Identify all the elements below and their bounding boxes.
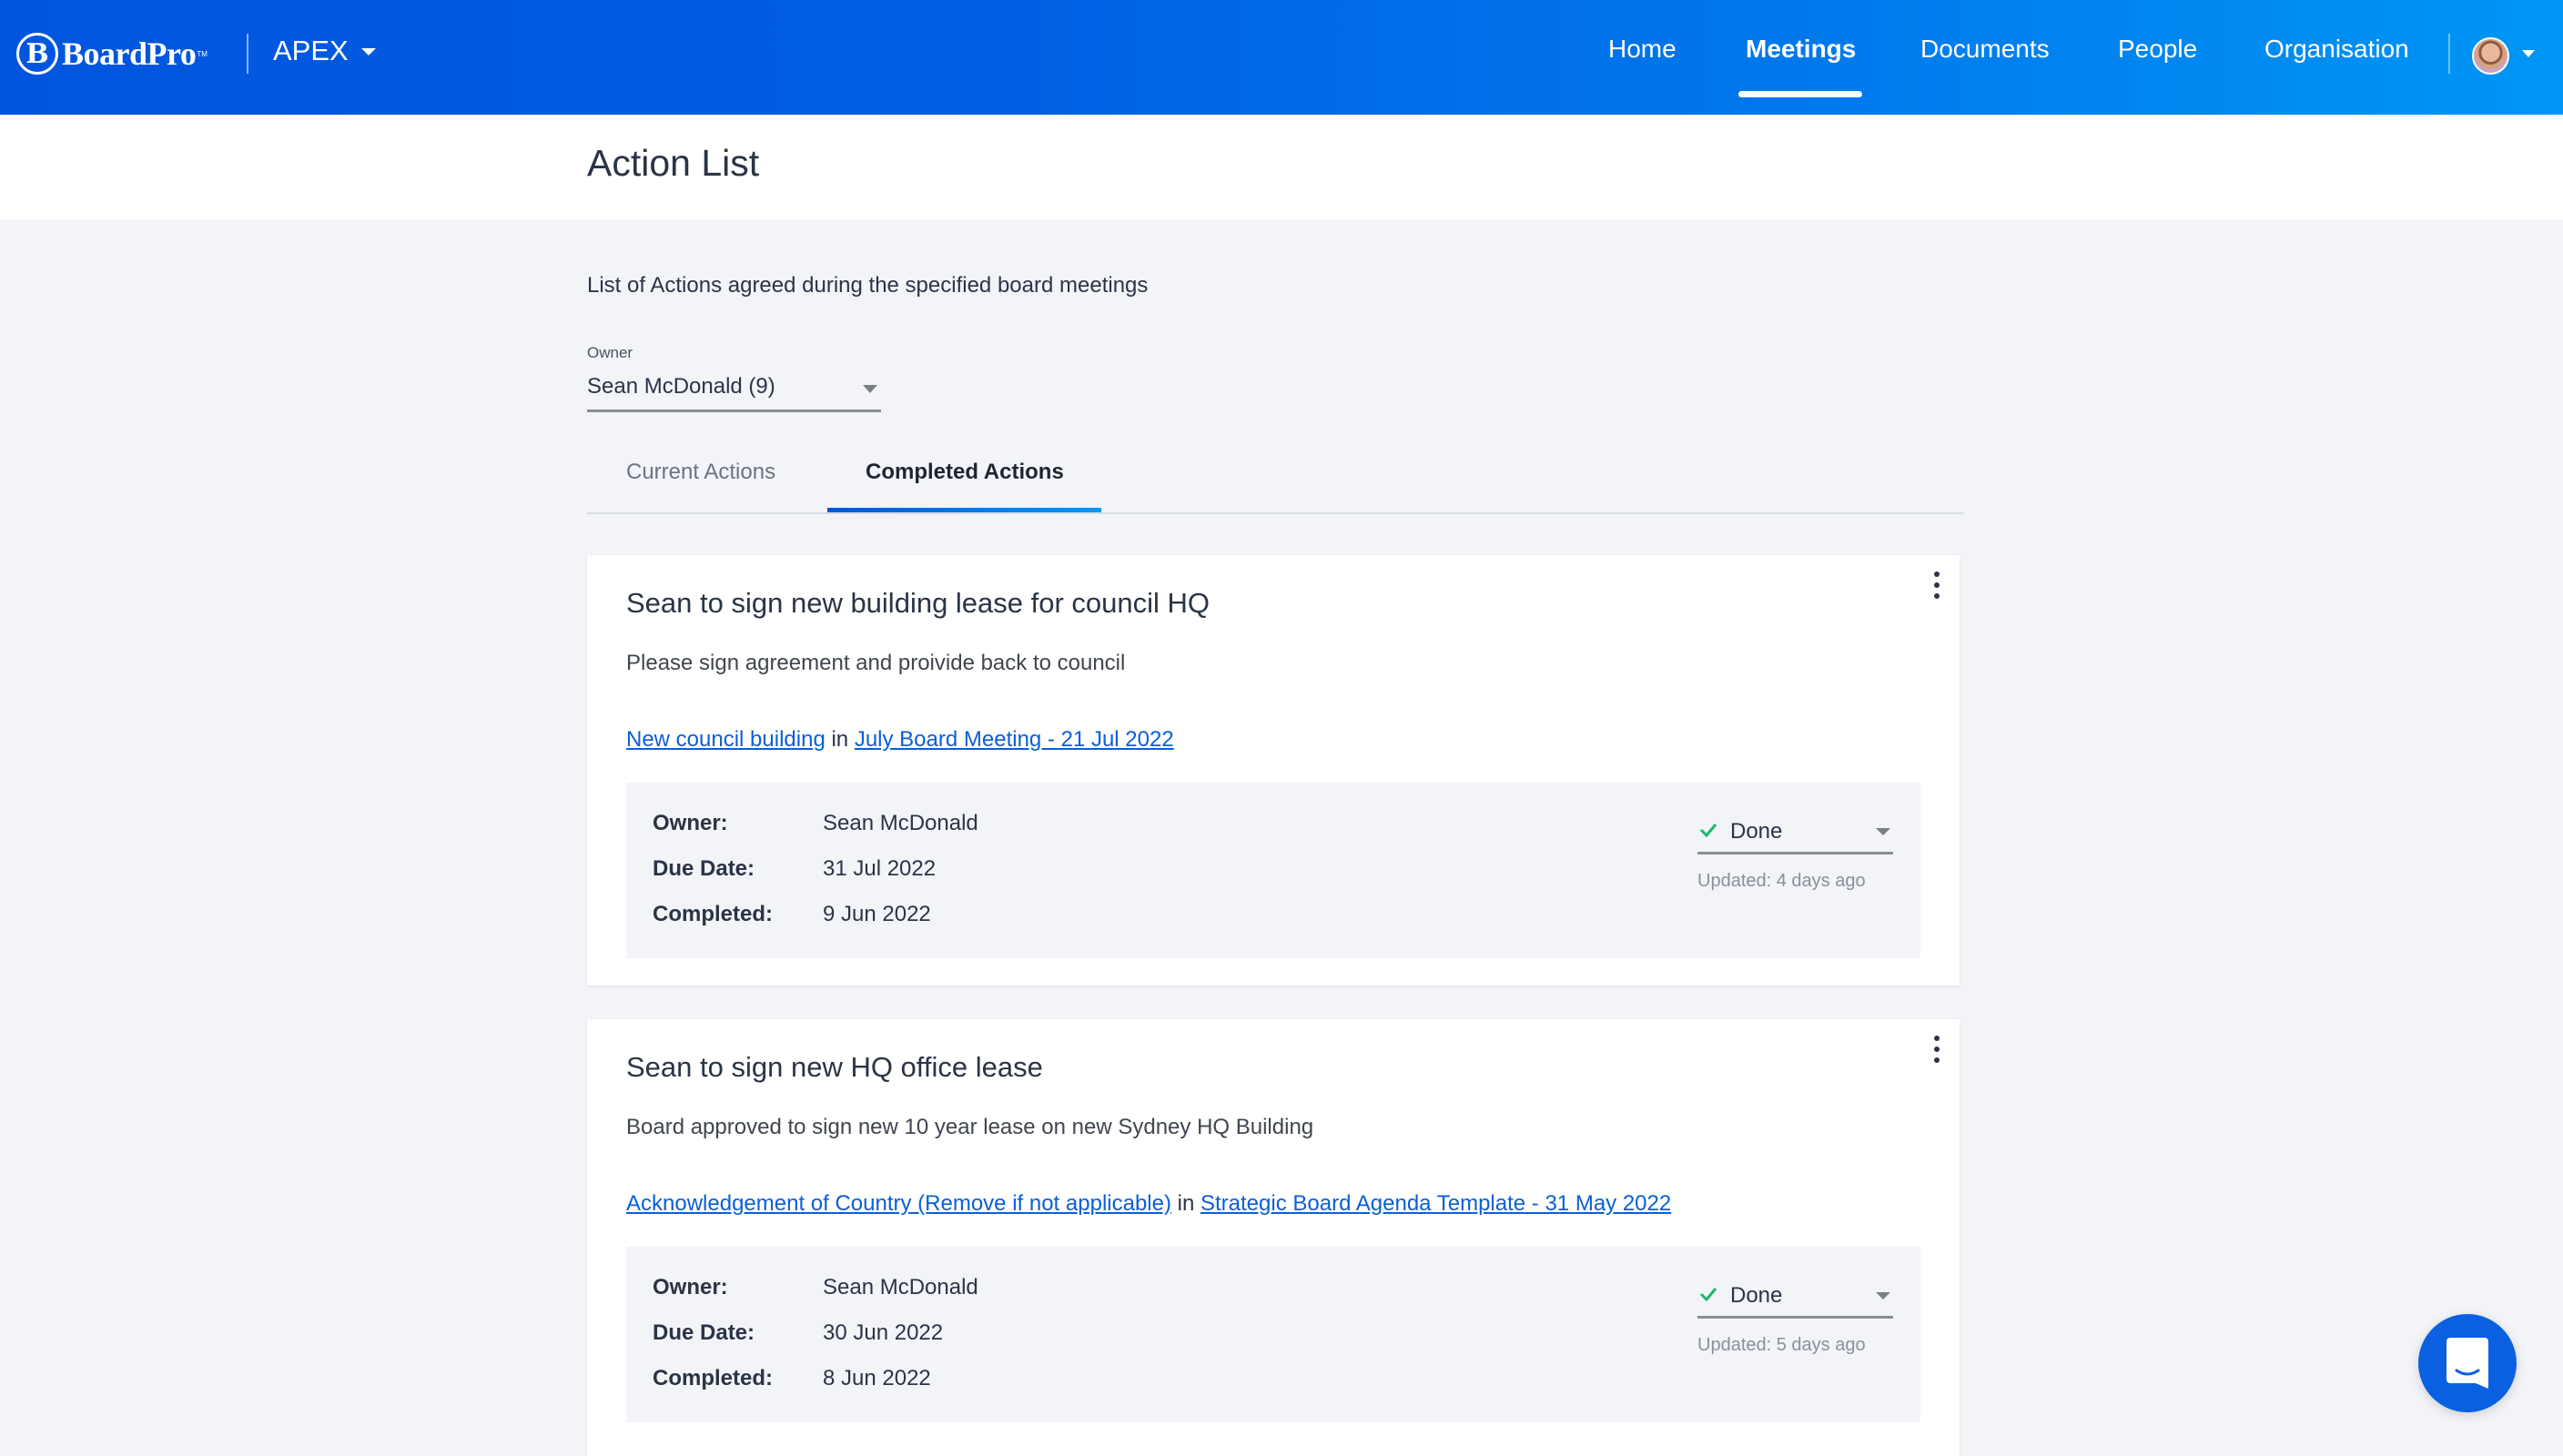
- tab-active-indicator: [827, 508, 1101, 512]
- meeting-link[interactable]: Strategic Board Agenda Template - 31 May…: [1200, 1191, 1671, 1216]
- completed-value: 8 Jun 2022: [823, 1366, 931, 1390]
- completed-value: 9 Jun 2022: [823, 902, 931, 926]
- link-joiner: in: [831, 727, 849, 752]
- nav-meetings[interactable]: Meetings: [1746, 35, 1856, 64]
- page-description: List of Actions agreed during the specif…: [587, 273, 1149, 298]
- check-icon: [1699, 1288, 1717, 1302]
- organisation-name: APEX: [273, 35, 349, 66]
- nav-documents[interactable]: Documents: [1920, 35, 2050, 64]
- owner-value: Sean McDonald: [823, 811, 978, 835]
- due-date-value: 30 Jun 2022: [823, 1320, 944, 1345]
- header-divider: [247, 34, 248, 74]
- nav-people[interactable]: People: [2118, 35, 2197, 64]
- status-select[interactable]: Done: [1697, 1274, 1893, 1319]
- boardpro-logo[interactable]: B BoardPro TM: [16, 31, 208, 76]
- top-nav-bar: B BoardPro TM APEX Home Meetings Documen…: [0, 0, 2563, 115]
- owner-label: Owner:: [653, 811, 728, 835]
- owner-value: Sean McDonald: [823, 1275, 978, 1299]
- action-details: Owner: Sean McDonald Due Date: 31 Jul 20…: [626, 783, 1920, 958]
- chat-launcher-button[interactable]: [2418, 1314, 2517, 1412]
- action-card: Sean to sign new HQ office lease Board a…: [587, 1019, 1960, 1456]
- agenda-item-link[interactable]: New council building: [626, 727, 826, 752]
- status-updated: Updated: 5 days ago: [1697, 1335, 1866, 1355]
- boardpro-logo-icon: B: [16, 33, 58, 75]
- action-details: Owner: Sean McDonald Due Date: 30 Jun 20…: [626, 1247, 1920, 1422]
- owner-filter-value: Sean McDonald (9): [587, 374, 775, 399]
- agenda-item-link[interactable]: Acknowledgement of Country (Remove if no…: [626, 1191, 1171, 1216]
- tab-current-actions[interactable]: Current Actions: [626, 460, 775, 485]
- chevron-down-icon: [863, 385, 877, 393]
- more-options-icon[interactable]: [1932, 1036, 1941, 1063]
- brand-name: BoardPro: [62, 35, 197, 72]
- nav-organisation[interactable]: Organisation: [2264, 35, 2409, 64]
- status-value: Done: [1730, 1283, 1783, 1308]
- tab-completed-actions[interactable]: Completed Actions: [866, 460, 1064, 485]
- due-date-label: Due Date:: [653, 856, 755, 881]
- nav-divider: [2448, 34, 2450, 74]
- page-title: Action List: [587, 142, 760, 184]
- owner-filter-label: Owner: [587, 344, 633, 361]
- chevron-down-icon: [360, 48, 376, 56]
- chevron-down-icon: [1876, 1292, 1890, 1299]
- owner-label: Owner:: [653, 1275, 728, 1299]
- chevron-down-icon: [1876, 828, 1890, 835]
- link-joiner: in: [1177, 1191, 1195, 1216]
- page-title-band: [0, 115, 2563, 219]
- action-card: Sean to sign new building lease for coun…: [587, 555, 1960, 986]
- owner-filter-select[interactable]: Sean McDonald (9): [587, 371, 881, 412]
- action-description: Board approved to sign new 10 year lease…: [626, 1115, 1314, 1139]
- user-menu-chevron-icon[interactable]: [2522, 50, 2535, 57]
- due-date-label: Due Date:: [653, 1320, 755, 1345]
- user-avatar[interactable]: [2472, 37, 2509, 75]
- tabs-divider: [587, 512, 1964, 514]
- more-options-icon[interactable]: [1932, 571, 1941, 599]
- action-title: Sean to sign new HQ office lease: [626, 1051, 1043, 1083]
- due-date-value: 31 Jul 2022: [823, 856, 937, 881]
- status-updated: Updated: 4 days ago: [1697, 871, 1866, 891]
- organisation-switcher[interactable]: APEX: [273, 35, 376, 67]
- nav-active-indicator: [1738, 91, 1862, 97]
- status-value: Done: [1730, 819, 1783, 844]
- trademark: TM: [197, 49, 208, 58]
- action-title: Sean to sign new building lease for coun…: [626, 587, 1211, 619]
- chat-icon: [2446, 1338, 2488, 1389]
- completed-label: Completed:: [653, 902, 773, 926]
- action-source: New council building in July Board Meeti…: [626, 727, 1174, 753]
- status-select[interactable]: Done: [1697, 810, 1893, 854]
- nav-home[interactable]: Home: [1608, 35, 1677, 64]
- action-source: Acknowledgement of Country (Remove if no…: [626, 1191, 1671, 1217]
- meeting-link[interactable]: July Board Meeting - 21 Jul 2022: [855, 727, 1174, 752]
- check-icon: [1699, 824, 1717, 838]
- action-description: Please sign agreement and proivide back …: [626, 651, 1126, 675]
- completed-label: Completed:: [653, 1366, 773, 1390]
